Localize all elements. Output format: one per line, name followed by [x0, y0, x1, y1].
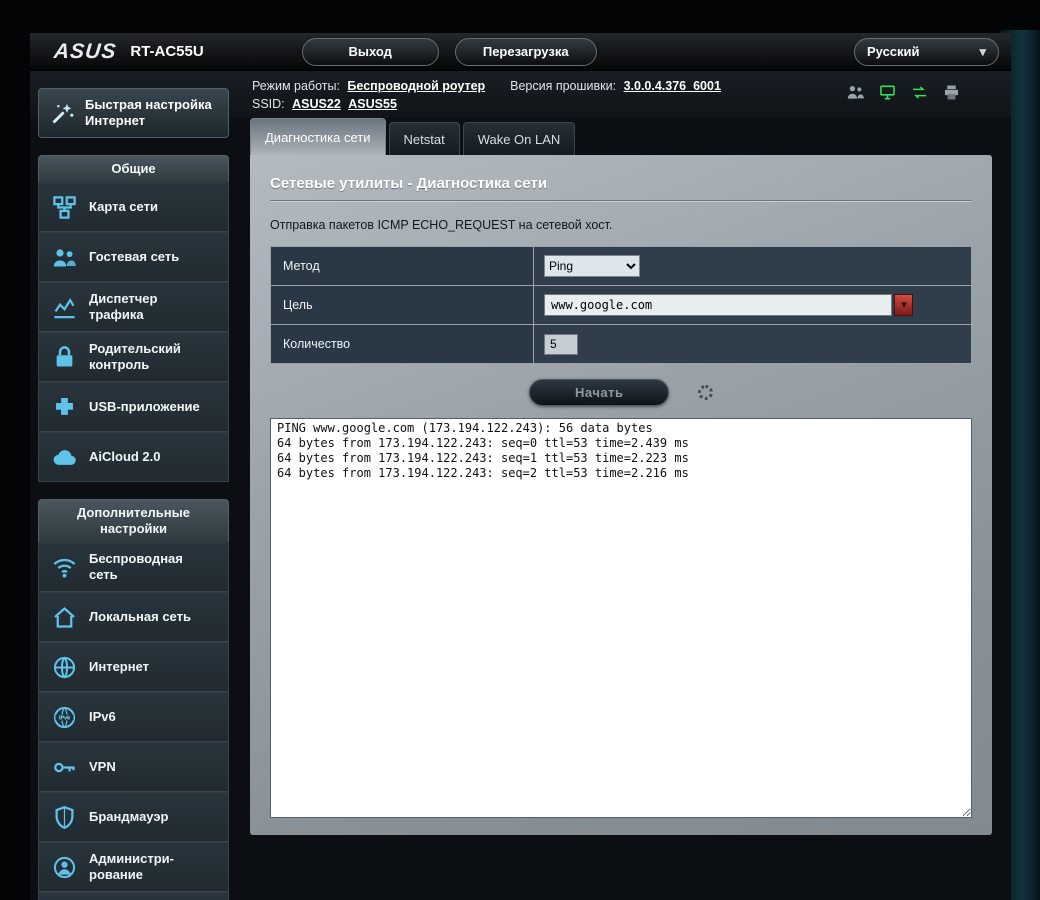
administration-icon — [49, 852, 79, 882]
traffic-manager-icon — [49, 292, 79, 322]
ipv6-icon: IPv6 — [49, 702, 79, 732]
clients-icon[interactable] — [846, 84, 865, 101]
magic-wand-icon — [47, 98, 77, 128]
network-map-icon — [49, 192, 79, 222]
tab-network-diagnostics[interactable]: Диагностика сети — [250, 118, 386, 155]
method-select[interactable]: Ping — [544, 255, 640, 277]
ssid-link-1[interactable]: ASUS22 — [292, 97, 341, 111]
target-dropdown-button[interactable] — [894, 294, 914, 316]
sidebar-item-aicloud[interactable]: AiCloud 2.0 — [38, 432, 229, 482]
form-row-count: Количество — [270, 324, 972, 364]
title-divider — [270, 200, 972, 202]
aicloud-icon — [49, 442, 79, 472]
sidebar-item-usb-application[interactable]: USB-приложение — [38, 382, 229, 432]
page-title: Сетевые утилиты - Диагностика сети — [270, 175, 548, 192]
quick-setup-button[interactable]: Быстрая настройка Интернет — [38, 88, 229, 138]
usb-ports-icon[interactable] — [910, 84, 929, 101]
chevron-down-icon — [979, 44, 986, 60]
firewall-icon — [49, 802, 79, 832]
quick-setup-label: Быстрая настройка Интернет — [85, 97, 212, 128]
sidebar-item-parental-control[interactable]: Родительский контроль — [38, 332, 229, 382]
ssid-link-2[interactable]: ASUS55 — [348, 97, 397, 111]
method-label: Метод — [270, 246, 534, 286]
target-label: Цель — [270, 285, 534, 325]
status-text: Режим работы: Беспроводной роутер Версия… — [252, 77, 721, 113]
vpn-icon — [49, 752, 79, 782]
count-label: Количество — [270, 324, 534, 364]
sidebar-item-wireless[interactable]: Беспроводная сеть — [38, 542, 229, 592]
form-row-target: Цель — [270, 285, 972, 325]
section-title-general: Общие — [38, 155, 229, 182]
lan-icon — [49, 602, 79, 632]
sidebar-item-administration[interactable]: Администри-рование — [38, 842, 229, 892]
sidebar-item-system-log[interactable]: Системный журнал — [38, 892, 229, 900]
language-dropdown[interactable]: Русский — [854, 37, 999, 66]
status-icons — [846, 84, 961, 101]
tab-netstat[interactable]: Netstat — [388, 122, 460, 155]
content-panel: Сетевые утилиты - Диагностика сети Отпра… — [250, 155, 992, 835]
sidebar: Быстрая настройка Интернет Общие Карта с… — [38, 88, 229, 900]
printer-icon[interactable] — [942, 84, 961, 101]
sidebar-item-ipv6[interactable]: IPv6 IPv6 — [38, 692, 229, 742]
mode-link[interactable]: Беспроводной роутер — [347, 79, 485, 93]
wireless-icon — [49, 552, 79, 582]
guest-network-icon — [49, 242, 79, 272]
count-input[interactable] — [544, 333, 578, 355]
parental-control-icon — [49, 342, 79, 372]
start-button[interactable]: Начать — [529, 379, 670, 406]
router-admin-page: ASUS RT-AC55U Выход Перезагрузка Русский… — [0, 0, 1040, 900]
language-value: Русский — [867, 44, 920, 59]
page-description: Отправка пакетов ICMP ECHO_REQUEST на се… — [270, 218, 613, 232]
ping-output-textarea[interactable]: PING www.google.com (173.194.122.243): 5… — [270, 418, 972, 818]
asus-logo: ASUS — [52, 39, 118, 63]
sidebar-item-vpn[interactable]: VPN — [38, 742, 229, 792]
loading-spinner-icon — [697, 385, 713, 401]
sidebar-section-advanced: Дополнительные настройки Беспроводная се… — [38, 499, 229, 900]
form-row-method: Метод Ping — [270, 246, 972, 286]
router-model: RT-AC55U — [130, 43, 204, 60]
usb-application-icon — [49, 392, 79, 422]
logout-button[interactable]: Выход — [301, 37, 439, 66]
sidebar-item-network-map[interactable]: Карта сети — [38, 182, 229, 232]
diagnostics-form: Метод Ping Цель Количество — [270, 246, 972, 364]
start-row: Начать — [270, 379, 972, 406]
section-title-advanced: Дополнительные настройки — [38, 499, 229, 542]
top-bar: ASUS RT-AC55U Выход Перезагрузка Русский — [30, 33, 1011, 71]
reboot-button[interactable]: Перезагрузка — [454, 37, 597, 66]
wan-icon — [49, 652, 79, 682]
lan-device-icon[interactable] — [878, 84, 897, 101]
svg-text:IPv6: IPv6 — [58, 715, 69, 721]
ssid-label: SSID: — [252, 97, 285, 111]
app-frame: ASUS RT-AC55U Выход Перезагрузка Русский… — [30, 33, 1011, 900]
sidebar-item-guest-network[interactable]: Гостевая сеть — [38, 232, 229, 282]
mode-label: Режим работы: — [252, 79, 340, 93]
sidebar-section-general: Общие Карта сети Гостевая сеть Диспетчер… — [38, 155, 229, 482]
status-line-2: SSID: ASUS22 ASUS55 — [252, 95, 721, 113]
tab-wake-on-lan[interactable]: Wake On LAN — [462, 122, 576, 155]
tab-bar: Диагностика сети Netstat Wake On LAN — [250, 118, 576, 155]
sidebar-item-traffic-manager[interactable]: Диспетчер трафика — [38, 282, 229, 332]
status-line-1: Режим работы: Беспроводной роутер Версия… — [252, 77, 721, 95]
sidebar-item-wan[interactable]: Интернет — [38, 642, 229, 692]
target-input[interactable] — [544, 294, 892, 316]
firmware-label: Версия прошивки: — [510, 79, 617, 93]
sidebar-item-lan[interactable]: Локальная сеть — [38, 592, 229, 642]
firmware-link[interactable]: 3.0.0.4.376_6001 — [624, 79, 721, 93]
sidebar-item-firewall[interactable]: Брандмауэр — [38, 792, 229, 842]
